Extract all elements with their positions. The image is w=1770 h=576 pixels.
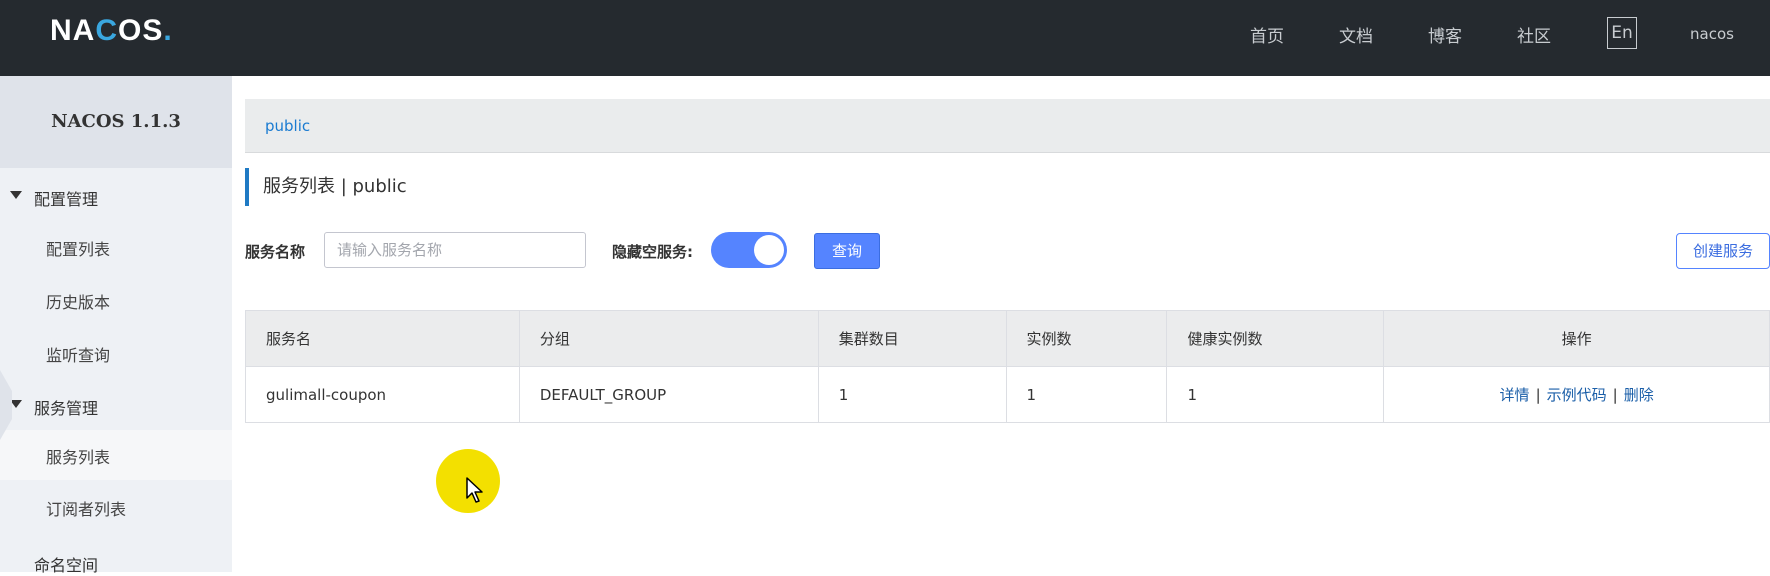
col-header-service-name: 服务名 — [245, 310, 520, 367]
sidebar-group-label: 服务管理 — [34, 399, 99, 418]
hide-empty-toggle[interactable] — [711, 232, 787, 268]
sidebar-item-label: 历史版本 — [46, 293, 111, 312]
caret-down-icon — [10, 191, 22, 199]
nav-home[interactable]: 首页 — [1250, 22, 1284, 47]
sidebar-group-label: 配置管理 — [34, 190, 99, 209]
table-row: gulimall-coupon DEFAULT_GROUP 1 1 1 详情 | 示… — [245, 366, 1770, 423]
col-header-actions: 操作 — [1383, 310, 1770, 367]
action-separator: | — [1612, 386, 1618, 404]
nav-docs[interactable]: 文档 — [1339, 22, 1373, 47]
nacos-logo[interactable]: NACOS. — [50, 14, 173, 48]
sidebar-item-label: 配置列表 — [46, 240, 111, 259]
mouse-cursor-icon — [466, 477, 483, 503]
cell-healthy-count: 1 — [1166, 366, 1385, 423]
namespace-bar: public — [245, 99, 1770, 153]
sidebar-item-label: 订阅者列表 — [46, 500, 127, 519]
cell-service-name: gulimall-coupon — [245, 366, 520, 423]
delete-link[interactable]: 删除 — [1624, 386, 1654, 404]
service-name-label: 服务名称 — [245, 243, 306, 261]
user-name[interactable]: nacos — [1690, 25, 1734, 43]
sidebar-item-history[interactable]: 历史版本 — [0, 275, 232, 325]
sample-code-link[interactable]: 示例代码 — [1547, 386, 1607, 404]
sidebar-item-label: 服务列表 — [46, 448, 111, 467]
sidebar-item-subscriber-list[interactable]: 订阅者列表 — [0, 482, 232, 532]
service-table: 服务名 分组 集群数目 实例数 健康实例数 操作 gulimall-coupon… — [245, 310, 1770, 423]
table-header-row: 服务名 分组 集群数目 实例数 健康实例数 操作 — [245, 310, 1770, 367]
query-button[interactable]: 查询 — [814, 233, 880, 269]
logo-ring: C — [95, 14, 119, 47]
top-navbar: NACOS. 首页 文档 博客 社区 En nacos — [0, 0, 1770, 76]
cell-group: DEFAULT_GROUP — [518, 366, 819, 423]
page-title: 服务列表 | public — [245, 168, 407, 206]
hide-empty-label: 隐藏空服务: — [612, 243, 693, 261]
sidebar-item-listener-query[interactable]: 监听查询 — [0, 328, 232, 378]
sidebar-item-config-list[interactable]: 配置列表 — [0, 222, 232, 272]
logo-text-prefix: NA — [50, 14, 96, 47]
nav-community[interactable]: 社区 — [1517, 22, 1551, 47]
sidebar-item-service-list[interactable]: 服务列表 — [0, 430, 232, 480]
sidebar-group-service[interactable]: 服务管理 — [0, 391, 232, 421]
service-name-input[interactable] — [324, 232, 586, 268]
col-header-instance-count: 实例数 — [1005, 310, 1168, 367]
language-switch[interactable]: En — [1607, 17, 1637, 49]
col-header-healthy-count: 健康实例数 — [1166, 310, 1385, 367]
sidebar-group-config[interactable]: 配置管理 — [0, 182, 232, 212]
col-header-cluster-count: 集群数目 — [817, 310, 1007, 367]
cell-cluster-count: 1 — [817, 366, 1007, 423]
nav-blog[interactable]: 博客 — [1428, 22, 1462, 47]
action-separator: | — [1535, 386, 1541, 404]
sidebar-title: NACOS 1.1.3 — [51, 111, 181, 132]
logo-dot: . — [163, 14, 173, 47]
sidebar-header: NACOS 1.1.3 — [0, 76, 232, 168]
create-service-button[interactable]: 创建服务 — [1676, 233, 1770, 269]
cell-actions: 详情 | 示例代码 | 删除 — [1383, 366, 1770, 423]
sidebar-item-label: 监听查询 — [46, 346, 111, 365]
logo-text-suffix: OS — [118, 14, 164, 47]
detail-link[interactable]: 详情 — [1500, 386, 1530, 404]
namespace-public-link[interactable]: public — [265, 117, 310, 135]
cell-instance-count: 1 — [1005, 366, 1168, 423]
sidebar-item-namespace[interactable]: 命名空间 — [34, 552, 98, 576]
col-header-group: 分组 — [518, 310, 819, 367]
toggle-knob — [754, 235, 784, 265]
sidebar: NACOS 1.1.3 配置管理 配置列表 历史版本 监听查询 服务管理 服务列… — [0, 76, 232, 575]
